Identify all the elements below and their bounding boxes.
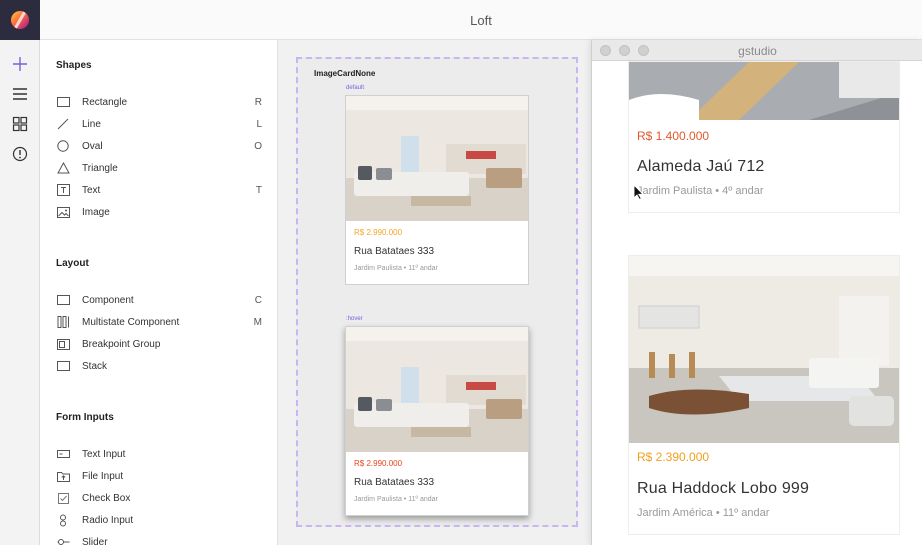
- section-title-layout: Layout: [56, 258, 89, 269]
- menu-icon[interactable]: [8, 82, 32, 106]
- card-neighborhood: Jardim Paulista • 11º andar: [354, 265, 438, 272]
- text-icon: [56, 183, 70, 197]
- component-icon: [56, 293, 70, 307]
- card-neighborhood: Jardim América • 11º andar: [637, 507, 770, 519]
- image-card-hover[interactable]: R$ 2.990.000 Rua Batataes 333 Jardim Pau…: [345, 326, 529, 516]
- shortcut-key: O: [254, 140, 262, 152]
- components-icon[interactable]: [8, 112, 32, 136]
- breakpoint-icon: [56, 337, 70, 351]
- card-photo: [629, 62, 899, 120]
- multistate-icon: [56, 315, 70, 329]
- panel-item-slider[interactable]: Slider: [56, 533, 262, 545]
- oval-icon: [56, 139, 70, 153]
- image-icon: [56, 205, 70, 219]
- panel-item-label: Multistate Component: [82, 316, 180, 328]
- app-logo[interactable]: [0, 0, 40, 40]
- panel-item-label: Check Box: [82, 492, 131, 504]
- add-icon[interactable]: [8, 52, 32, 76]
- card-price: R$ 2.990.000: [354, 228, 403, 237]
- panel-item-label: Oval: [82, 140, 103, 152]
- panel-item-label: Breakpoint Group: [82, 338, 161, 350]
- panel-item-line[interactable]: Line L: [56, 115, 262, 133]
- checkbox-icon: [56, 491, 70, 505]
- card-street: Rua Batataes 333: [354, 477, 435, 488]
- panel-item-label: Text: [82, 184, 101, 196]
- state-label-default: default: [346, 85, 365, 91]
- shortcut-key: M: [253, 316, 262, 328]
- panel-item-label: Slider: [82, 536, 108, 545]
- line-icon: [56, 117, 70, 131]
- panel-item-check-box[interactable]: Check Box: [56, 489, 262, 507]
- shortcut-key: T: [255, 184, 262, 196]
- card-price: R$ 2.390.000: [637, 450, 710, 464]
- slider-icon: [56, 535, 70, 545]
- info-icon[interactable]: [8, 142, 32, 166]
- panel-item-file-input[interactable]: File Input: [56, 467, 262, 485]
- shortcut-key: R: [254, 96, 262, 108]
- frame-title: ImageCardNone: [314, 69, 376, 78]
- preview-title: gstudio: [738, 44, 777, 58]
- card-price: R$ 1.400.000: [637, 129, 710, 143]
- panel-item-rectangle[interactable]: Rectangle R: [56, 93, 262, 111]
- section-title-form-inputs: Form Inputs: [56, 412, 114, 423]
- card-neighborhood: Jardim Paulista • 4º andar: [637, 185, 764, 197]
- panel-item-component[interactable]: Component C: [56, 291, 262, 309]
- app-window: Loft Shapes Rectangle R Line L Oval O Tr…: [0, 0, 922, 545]
- panel-item-label: Triangle: [82, 162, 118, 174]
- panel-item-multistate-component[interactable]: Multistate Component M: [56, 313, 262, 331]
- card-street: Rua Haddock Lobo 999: [637, 480, 810, 497]
- panel-item-label: Component: [82, 294, 134, 306]
- preview-title-bar: gstudio: [592, 40, 922, 61]
- file-input-icon: [56, 469, 70, 483]
- design-canvas[interactable]: ImageCardNone default R$ 2.990.000 Rua B…: [278, 40, 592, 545]
- stack-icon: [56, 359, 70, 373]
- shortcut-key: C: [254, 294, 262, 306]
- panel-item-label: Text Input: [82, 448, 126, 460]
- tool-rail: [0, 0, 40, 545]
- shortcut-key: L: [256, 118, 262, 130]
- panel-item-image[interactable]: Image: [56, 203, 262, 221]
- panel-item-stack[interactable]: Stack: [56, 357, 262, 375]
- image-card-default[interactable]: R$ 2.990.000 Rua Batataes 333 Jardim Pau…: [345, 95, 529, 285]
- radio-icon: [56, 513, 70, 527]
- panel-item-label: Image: [82, 206, 110, 218]
- triangle-icon: [56, 161, 70, 175]
- preview-window: gstudio R$ 1.400.000 Alameda Jaú 712 Jar…: [591, 40, 922, 545]
- preview-card-2[interactable]: R$ 2.390.000 Rua Haddock Lobo 999 Jardim…: [628, 255, 900, 535]
- card-street: Alameda Jaú 712: [637, 158, 765, 175]
- section-title-shapes: Shapes: [56, 60, 92, 71]
- card-neighborhood: Jardim Paulista • 11º andar: [354, 496, 438, 503]
- text-input-icon: [56, 447, 70, 461]
- card-street: Rua Batataes 333: [354, 246, 435, 257]
- state-label-hover: :hover: [346, 316, 363, 322]
- insert-panel: Shapes Rectangle R Line L Oval O Triangl…: [40, 40, 278, 545]
- panel-item-oval[interactable]: Oval O: [56, 137, 262, 155]
- panel-item-triangle[interactable]: Triangle: [56, 159, 262, 177]
- title-bar: Loft: [40, 0, 922, 40]
- card-photo: [346, 327, 528, 452]
- mouse-cursor-icon: [633, 183, 645, 205]
- panel-item-label: Stack: [82, 360, 108, 372]
- card-price: R$ 2.990.000: [354, 459, 403, 468]
- panel-item-label: Radio Input: [82, 514, 134, 526]
- card-photo: [346, 96, 528, 221]
- panel-item-breakpoint-group[interactable]: Breakpoint Group: [56, 335, 262, 353]
- panel-item-radio-input[interactable]: Radio Input: [56, 511, 262, 529]
- panel-item-label: File Input: [82, 470, 124, 482]
- panel-item-text-input[interactable]: Text Input: [56, 445, 262, 463]
- panel-item-label: Rectangle: [82, 96, 128, 108]
- panel-item-label: Line: [82, 118, 101, 130]
- panel-item-text[interactable]: Text T: [56, 181, 262, 199]
- rectangle-icon: [56, 95, 70, 109]
- card-photo: [629, 256, 899, 443]
- preview-card-1[interactable]: R$ 1.400.000 Alameda Jaú 712 Jardim Paul…: [628, 61, 900, 213]
- window-title: Loft: [470, 13, 492, 28]
